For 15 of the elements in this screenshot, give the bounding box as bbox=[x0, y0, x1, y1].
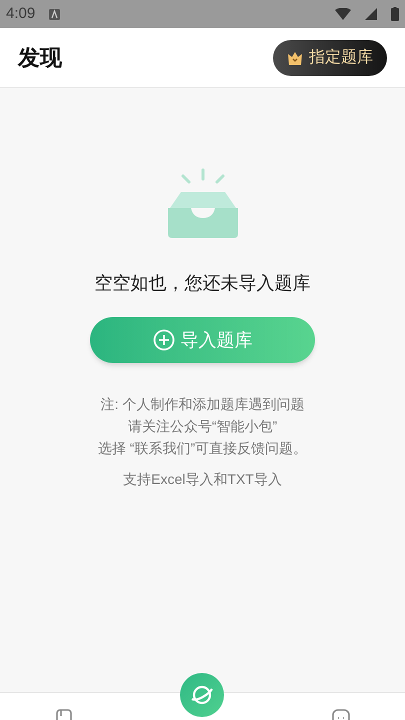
wifi-icon bbox=[335, 8, 351, 20]
notification-icon bbox=[49, 8, 60, 20]
plus-circle-icon bbox=[152, 329, 174, 351]
signal-icon bbox=[365, 8, 377, 20]
assign-bank-button[interactable]: 指定题库 bbox=[273, 40, 387, 76]
note-line: 注: 个人制作和添加题库遇到问题 bbox=[100, 395, 304, 414]
page-title: 发现 bbox=[18, 44, 62, 72]
support-text: 支持Excel导入和TXT导入 bbox=[123, 470, 282, 489]
battery-icon bbox=[391, 7, 399, 21]
empty-message: 空空如也，您还未导入题库 bbox=[94, 272, 310, 295]
note-line: 请关注公众号“智能小包” bbox=[128, 417, 278, 436]
crown-icon bbox=[287, 50, 303, 66]
planet-icon[interactable] bbox=[180, 673, 224, 717]
note-line: 选择 “联系我们”可直接反馈问题。 bbox=[98, 439, 308, 458]
status-time: 4:09 bbox=[6, 4, 36, 24]
